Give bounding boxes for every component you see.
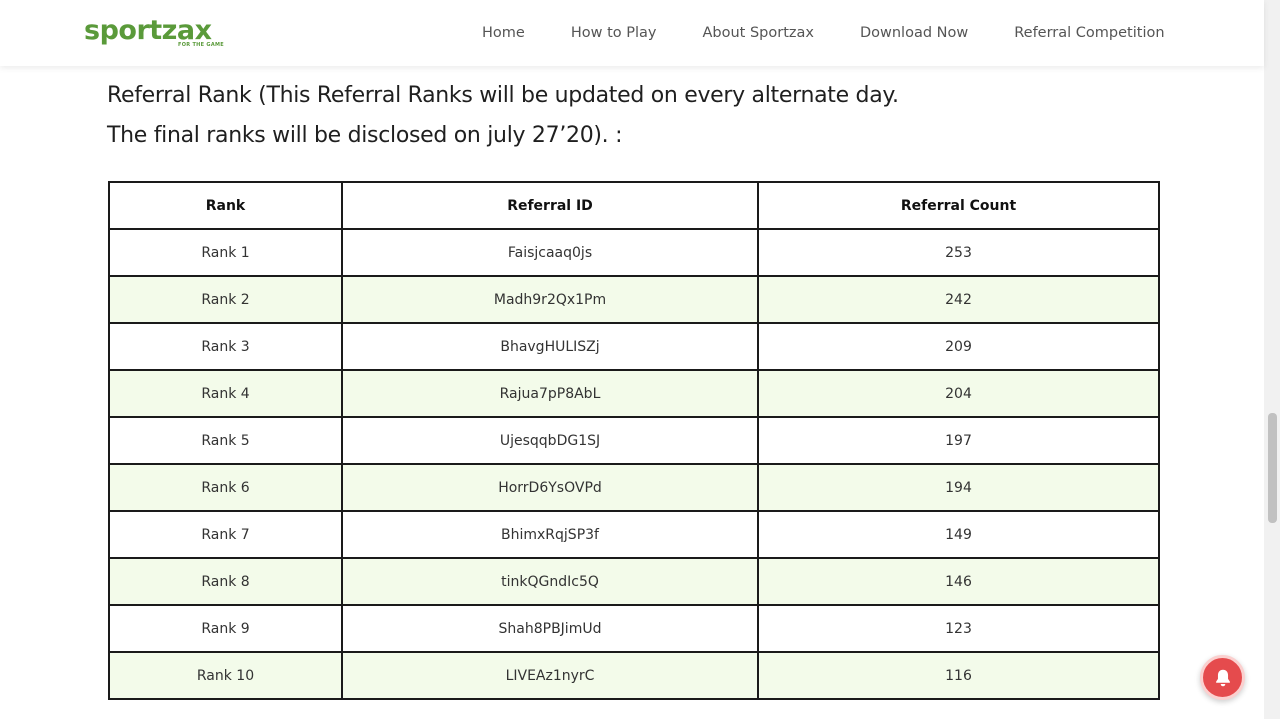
- table-row: Rank 10 LIVEAz1nyrC 116: [108, 651, 1160, 700]
- page-scrollbar[interactable]: [1264, 0, 1280, 719]
- table-row: Rank 1 Faisjcaaq0js 253: [108, 228, 1160, 277]
- table-row: Rank 7 BhimxRqjSP3f 149: [108, 510, 1160, 559]
- notification-bell-button[interactable]: [1200, 655, 1245, 700]
- referral-count-cell: 123: [757, 604, 1160, 653]
- heading-line-1: Referral Rank (This Referral Ranks will …: [107, 83, 899, 108]
- table-row: Rank 3 BhavgHULISZj 209: [108, 322, 1160, 371]
- referral-id-cell: BhavgHULISZj: [341, 322, 759, 371]
- sportzax-logo[interactable]: sportzax FOR THE GAME: [84, 14, 228, 50]
- table-row: Rank 4 Rajua7pP8AbL 204: [108, 369, 1160, 418]
- heading-line-2: The final ranks will be disclosed on jul…: [107, 123, 623, 148]
- referral-count-cell: 116: [757, 651, 1160, 700]
- nav-download-now[interactable]: Download Now: [860, 25, 968, 41]
- referral-count-cell: 242: [757, 275, 1160, 324]
- referral-count-cell: 146: [757, 557, 1160, 606]
- referral-id-cell: LIVEAz1nyrC: [341, 651, 759, 700]
- referral-count-cell: 209: [757, 322, 1160, 371]
- referral-count-cell: 149: [757, 510, 1160, 559]
- site-header: sportzax FOR THE GAME Home How to Play A…: [0, 0, 1264, 66]
- referral-count-cell: 253: [757, 228, 1160, 277]
- rank-cell: Rank 8: [108, 557, 343, 606]
- referral-id-cell: Faisjcaaq0js: [341, 228, 759, 277]
- header-rank: Rank: [108, 181, 343, 230]
- referral-id-cell: BhimxRqjSP3f: [341, 510, 759, 559]
- rank-cell: Rank 5: [108, 416, 343, 465]
- rank-cell: Rank 3: [108, 322, 343, 371]
- scrollbar-thumb[interactable]: [1268, 413, 1277, 523]
- rank-cell: Rank 6: [108, 463, 343, 512]
- referral-id-cell: HorrD6YsOVPd: [341, 463, 759, 512]
- rank-cell: Rank 4: [108, 369, 343, 418]
- referral-id-cell: Rajua7pP8AbL: [341, 369, 759, 418]
- table-row: Rank 9 Shah8PBJimUd 123: [108, 604, 1160, 653]
- table-row: Rank 6 HorrD6YsOVPd 194: [108, 463, 1160, 512]
- header-referral-count: Referral Count: [757, 181, 1160, 230]
- referral-count-cell: 194: [757, 463, 1160, 512]
- referral-rank-table: Rank Referral ID Referral Count Rank 1 F…: [108, 181, 1160, 700]
- referral-id-cell: UjesqqbDG1SJ: [341, 416, 759, 465]
- main-nav: Home How to Play About Sportzax Download…: [482, 0, 1165, 66]
- table-header-row: Rank Referral ID Referral Count: [108, 181, 1160, 230]
- rank-cell: Rank 7: [108, 510, 343, 559]
- nav-how-to-play[interactable]: How to Play: [571, 25, 657, 41]
- table-row: Rank 8 tinkQGndIc5Q 146: [108, 557, 1160, 606]
- logo-tagline: FOR THE GAME: [178, 42, 224, 48]
- referral-id-cell: Shah8PBJimUd: [341, 604, 759, 653]
- rank-cell: Rank 2: [108, 275, 343, 324]
- rank-cell: Rank 1: [108, 228, 343, 277]
- referral-id-cell: tinkQGndIc5Q: [341, 557, 759, 606]
- rank-cell: Rank 10: [108, 651, 343, 700]
- referral-count-cell: 197: [757, 416, 1160, 465]
- nav-about-sportzax[interactable]: About Sportzax: [702, 25, 813, 41]
- table-row: Rank 5 UjesqqbDG1SJ 197: [108, 416, 1160, 465]
- bell-icon: [1215, 669, 1230, 686]
- page-heading: Referral Rank (This Referral Ranks will …: [107, 76, 1107, 156]
- table-row: Rank 2 Madh9r2Qx1Pm 242: [108, 275, 1160, 324]
- header-referral-id: Referral ID: [341, 181, 759, 230]
- rank-cell: Rank 9: [108, 604, 343, 653]
- referral-id-cell: Madh9r2Qx1Pm: [341, 275, 759, 324]
- nav-referral-competition[interactable]: Referral Competition: [1014, 25, 1164, 41]
- nav-home[interactable]: Home: [482, 25, 525, 41]
- referral-count-cell: 204: [757, 369, 1160, 418]
